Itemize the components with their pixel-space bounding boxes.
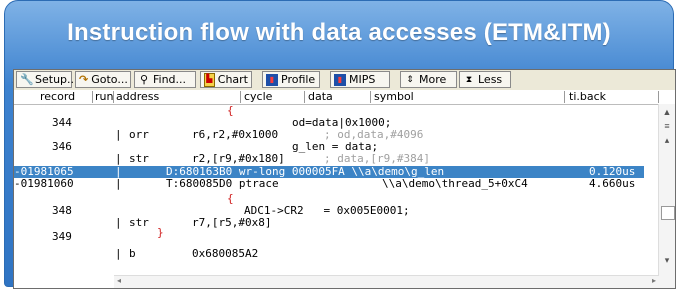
- run-marker: |: [115, 216, 122, 229]
- scroll-left-icon[interactable]: ◂: [117, 276, 121, 285]
- mips-button[interactable]: ▮ MIPS: [330, 71, 390, 88]
- horizontal-scrollbar[interactable]: ◂ ▸: [114, 275, 659, 288]
- scroll-grip-icon[interactable]: ≡: [661, 120, 673, 132]
- record-number: 348: [52, 204, 72, 217]
- run-marker: |: [115, 152, 122, 165]
- run-marker: |: [115, 128, 122, 141]
- ti-back-value: 4.660us: [589, 177, 636, 190]
- source-brace: {: [227, 104, 234, 117]
- asm-mnemonic: str: [129, 152, 149, 165]
- binoculars-icon: ⚲: [139, 72, 149, 86]
- chart-icon: ▙: [204, 72, 215, 87]
- toolbar: 🔧 Setup... ↷ Goto... ⚲ Find... ▙ Chart ▮ Prof…: [14, 70, 675, 91]
- asm-mnemonic: orr: [129, 128, 149, 141]
- record-number: 349: [52, 230, 72, 243]
- more-button[interactable]: ⇕ More: [400, 71, 457, 88]
- source-brace: }: [157, 226, 164, 239]
- setup-button[interactable]: 🔧 Setup...: [16, 71, 78, 88]
- symbol-value: \\a\demo\thread_5+0xC4: [382, 177, 528, 190]
- column-run[interactable]: run: [95, 90, 113, 104]
- source-brace: {: [227, 192, 234, 205]
- asm-mnemonic: b: [129, 247, 136, 260]
- scroll-page-up-icon[interactable]: ▴: [661, 134, 673, 146]
- trace-list-window: 🔧 Setup... ↷ Goto... ⚲ Find... ▙ Chart ▮ Prof…: [13, 69, 676, 289]
- column-ti-back[interactable]: ti.back: [569, 90, 606, 104]
- record-number: 344: [52, 116, 72, 129]
- column-data[interactable]: data: [308, 90, 333, 104]
- profile-button[interactable]: ▮ Profile: [262, 71, 320, 88]
- wrench-icon: 🔧: [20, 72, 34, 86]
- slide-title: Instruction flow with data accesses (ETM…: [67, 19, 611, 46]
- chart-button[interactable]: ▙ Chart: [200, 71, 252, 88]
- column-cycle[interactable]: cycle: [244, 90, 272, 104]
- scroll-up-icon[interactable]: ▲: [661, 106, 673, 118]
- record-number: 346: [52, 140, 72, 153]
- asm-mnemonic: str: [129, 216, 149, 229]
- collapse-arrows-icon: ⧗: [465, 74, 473, 85]
- asm-operands: 0x680085A2: [192, 247, 259, 260]
- find-button[interactable]: ⚲ Find...: [134, 71, 196, 88]
- scroll-down-icon[interactable]: ▾: [661, 254, 673, 266]
- profile-icon: ▮: [266, 73, 278, 86]
- scroll-thumb[interactable]: [661, 206, 675, 220]
- less-button[interactable]: ⧗ Less: [459, 71, 511, 88]
- column-address[interactable]: address: [116, 90, 159, 104]
- asm-operands: r6,r2,#0x1000: [192, 128, 279, 141]
- mips-icon: ▮: [334, 73, 346, 86]
- slide-frame: Instruction flow with data accesses (ETM…: [4, 0, 676, 289]
- asm-operands: r2,[r9,#0x180]: [192, 152, 285, 165]
- vertical-scrollbar[interactable]: ▲ ≡ ▴ ▾: [658, 104, 675, 288]
- scroll-right-icon[interactable]: ▸: [652, 276, 656, 285]
- run-marker: |: [115, 247, 122, 260]
- goto-arrow-icon: ↷: [79, 72, 89, 86]
- column-record[interactable]: record: [40, 90, 75, 104]
- asm-comment: ; data,[r9,#384]: [324, 152, 430, 165]
- trace-entry: T:680085D0 ptrace: [166, 177, 279, 190]
- up-down-arrows-icon: ⇕: [406, 74, 414, 85]
- column-header: record run address cycle data symbol ti.…: [14, 90, 675, 105]
- record-number: -01981060: [14, 177, 74, 190]
- asm-operands: r7,[r5,#0x8]: [192, 216, 272, 229]
- goto-button[interactable]: ↷ Goto...: [75, 71, 131, 88]
- run-marker: |: [115, 177, 122, 190]
- column-symbol[interactable]: symbol: [374, 90, 414, 104]
